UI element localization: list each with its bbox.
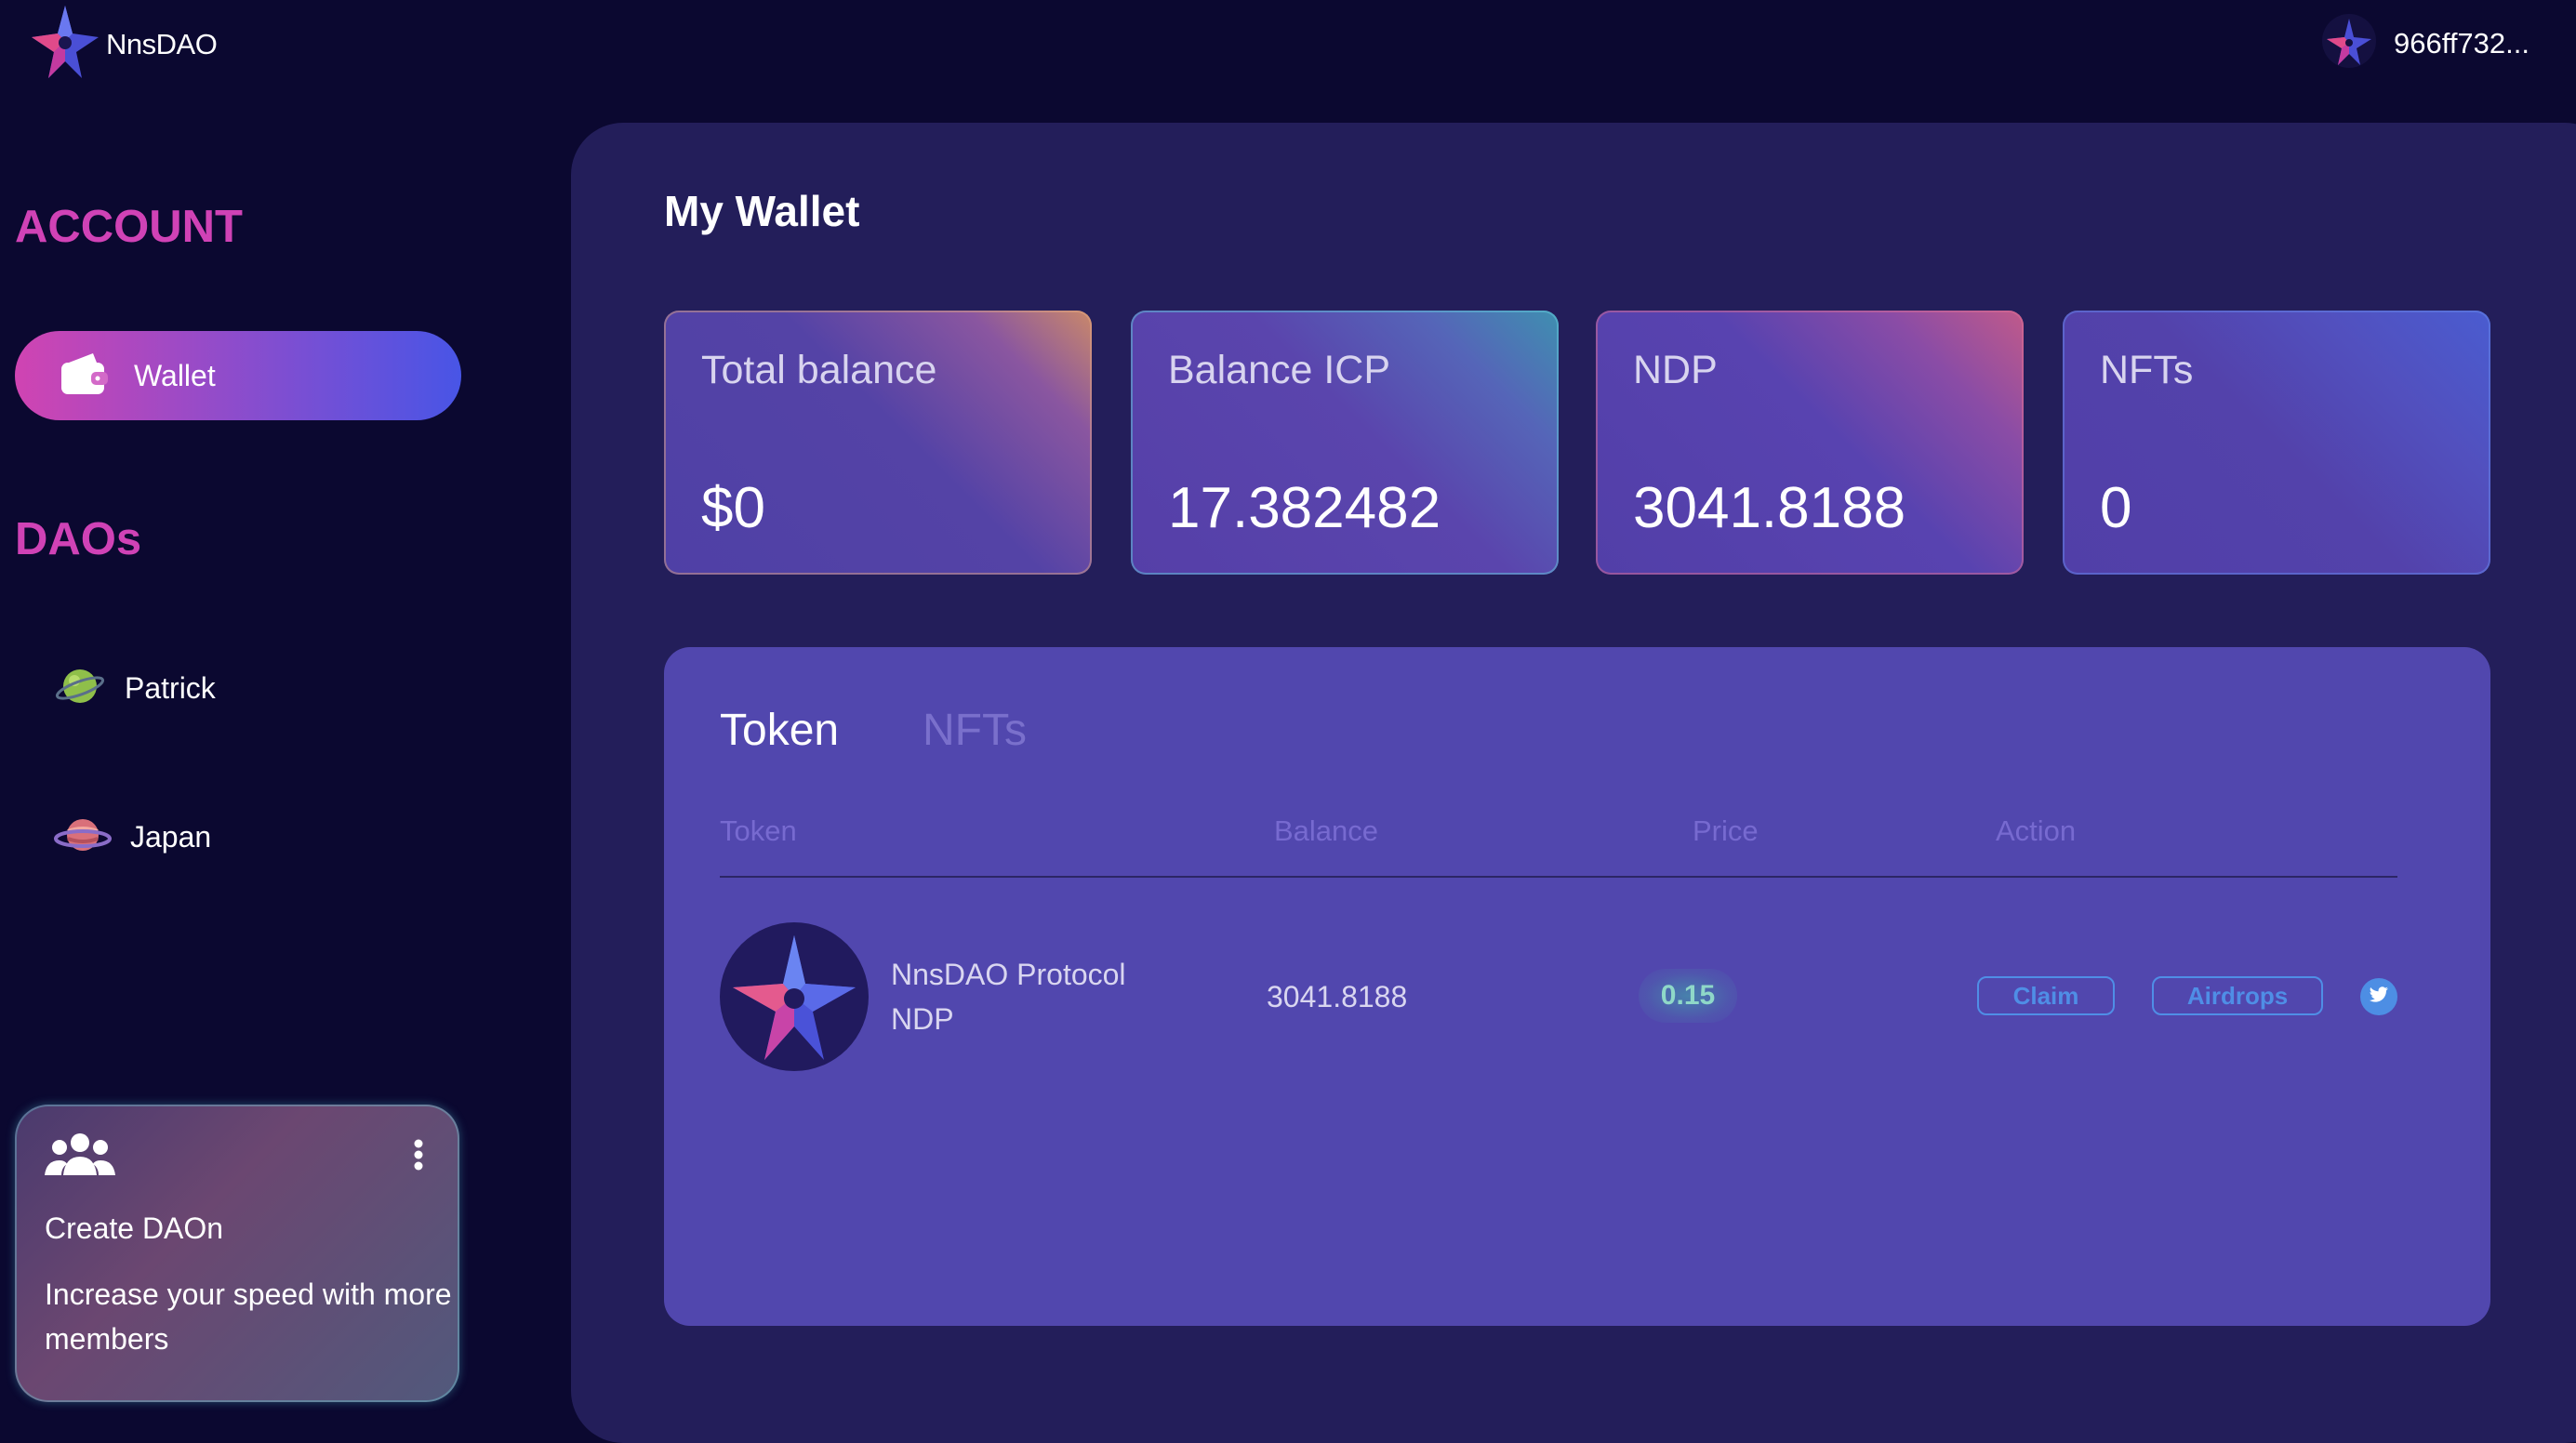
- main-panel: My Wallet Total balance $0 Balance ICP 1…: [571, 123, 2576, 1443]
- dao-name: Japan: [130, 820, 212, 854]
- stat-card-total-balance: Total balance $0: [664, 311, 1092, 575]
- sidebar-item-patrick[interactable]: Patrick: [54, 660, 216, 717]
- column-header-action: Action: [1996, 814, 2077, 847]
- token-name: NnsDAO Protocol: [891, 958, 1126, 991]
- token-price: 0.15: [1639, 969, 1737, 1023]
- create-dao-title: Create DAOn: [45, 1211, 224, 1245]
- create-dao-card[interactable]: Create DAOn Increase your speed with mor…: [15, 1105, 459, 1402]
- stat-label: NDP: [1633, 348, 1718, 392]
- green-planet-icon: [54, 660, 106, 717]
- dao-name: Patrick: [125, 671, 216, 705]
- column-header-balance: Balance: [1274, 814, 1379, 847]
- nnsdao-star-icon: [30, 4, 100, 85]
- token-panel: Token NFTs Token Balance Price Action Nn…: [664, 647, 2490, 1326]
- column-header-token: Token: [720, 814, 797, 847]
- stat-card-ndp: NDP 3041.8188: [1596, 311, 2024, 575]
- more-vertical-icon[interactable]: [413, 1138, 424, 1176]
- stat-value: 17.382482: [1168, 476, 1441, 540]
- sidebar-item-wallet[interactable]: Wallet: [15, 331, 461, 420]
- wallet-icon: [60, 351, 110, 401]
- token-balance: 3041.8188: [1267, 980, 1408, 1013]
- twitter-icon: [2369, 986, 2389, 1008]
- page-title: My Wallet: [664, 187, 860, 235]
- sidebar-item-label: Wallet: [134, 358, 216, 392]
- token-symbol: NDP: [891, 1002, 954, 1036]
- stat-label: NFTs: [2100, 348, 2194, 392]
- app-logo[interactable]: NnsDAO: [30, 4, 218, 85]
- tab-nfts[interactable]: NFTs: [923, 705, 1027, 756]
- pink-planet-icon: [54, 809, 112, 866]
- stat-card-balance-icp: Balance ICP 17.382482: [1131, 311, 1559, 575]
- daos-section-title: DAOs: [15, 514, 142, 564]
- stat-value: 3041.8188: [1633, 476, 1906, 540]
- stat-label: Balance ICP: [1168, 348, 1391, 392]
- logo-text: NnsDAO: [106, 27, 218, 60]
- account-avatar-icon: [2321, 13, 2377, 73]
- create-dao-description: Increase your speed with more members: [45, 1278, 452, 1356]
- table-header-divider: [720, 876, 2397, 878]
- stat-value: $0: [701, 476, 765, 540]
- users-group-icon: [45, 1131, 115, 1184]
- account-section-title: ACCOUNT: [15, 202, 243, 252]
- sidebar-item-japan[interactable]: Japan: [54, 809, 211, 866]
- twitter-button[interactable]: [2360, 978, 2397, 1015]
- airdrops-button[interactable]: Airdrops: [2152, 976, 2323, 1015]
- account-id: 966ff732...: [2394, 26, 2530, 60]
- claim-button[interactable]: Claim: [1977, 976, 2115, 1015]
- ndp-token-icon: [720, 922, 869, 1076]
- stat-value: 0: [2100, 476, 2132, 540]
- stat-label: Total balance: [701, 348, 937, 392]
- tab-token[interactable]: Token: [720, 705, 839, 756]
- stat-card-nfts: NFTs 0: [2063, 311, 2490, 575]
- column-header-price: Price: [1693, 814, 1759, 847]
- account-chip[interactable]: 966ff732...: [2321, 13, 2530, 73]
